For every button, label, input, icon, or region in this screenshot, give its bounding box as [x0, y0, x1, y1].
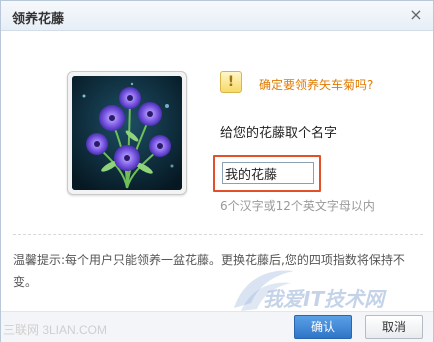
plant-name-input[interactable]: [222, 162, 314, 184]
adopt-plant-dialog: 领养花藤 × ! 确定要领养矢车菊吗? 给您的花藤取个名字 我的花藤 6个汉字或…: [0, 0, 434, 342]
name-prompt: 给您的花藤取个名字: [220, 126, 338, 141]
watermark-site: 我爱IT技术网: [263, 287, 385, 311]
divider: [13, 234, 423, 235]
cancel-button[interactable]: 取消: [365, 315, 423, 339]
confirm-button[interactable]: 确认: [294, 315, 352, 339]
watermark-3lian: 三联网 3LIAN.COM: [3, 323, 108, 337]
warning-icon: !: [220, 71, 242, 93]
name-length-hint: 6个汉字或12个英文字母以内: [220, 199, 375, 213]
close-icon[interactable]: ×: [408, 7, 424, 23]
dialog-titlebar: 领养花藤 ×: [1, 1, 433, 31]
plant-image-frame: [67, 71, 187, 195]
dialog-title: 领养花藤: [12, 12, 65, 27]
confirm-question: 确定要领养矢车菊吗?: [259, 78, 374, 92]
cornflower-image: [72, 76, 182, 190]
